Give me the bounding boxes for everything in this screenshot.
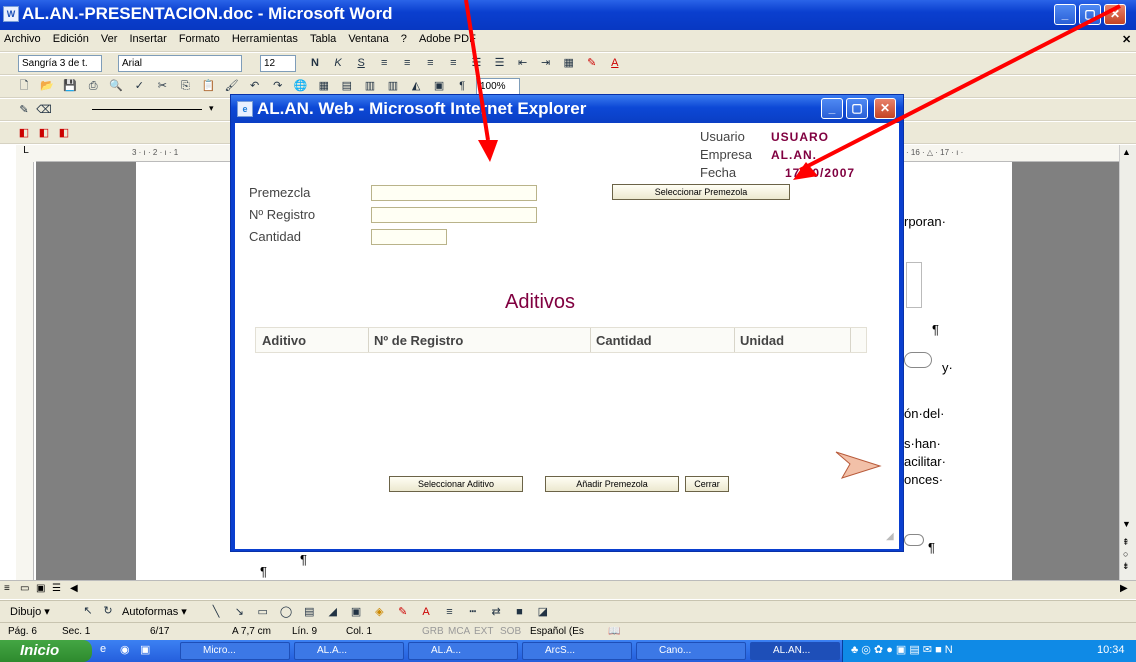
task-cano[interactable]: Cano...: [636, 642, 746, 660]
quicklaunch-desktop-icon[interactable]: ▣: [140, 643, 150, 656]
arrow-head-icon: [478, 140, 498, 162]
task-word[interactable]: AL.A...: [294, 642, 404, 660]
3d-icon[interactable]: ◪: [535, 604, 551, 620]
ellipse-icon[interactable]: ◯: [278, 604, 294, 620]
status-pages: 6/17: [150, 626, 170, 637]
task-ie-1[interactable]: AL.A...: [408, 642, 518, 660]
select-pointer-icon[interactable]: ↖: [80, 603, 96, 619]
dibujo-menu[interactable]: Dibujo ▾: [10, 605, 50, 618]
system-tray: ♣ ◎ ✿ ● ▣ ▤ ✉ ■ N 10:34: [842, 640, 1136, 662]
status-ext[interactable]: EXT: [474, 626, 493, 637]
tray-icons[interactable]: ♣ ◎ ✿ ● ▣ ▤ ✉ ■ N: [851, 643, 953, 656]
clipart-icon[interactable]: ▣: [348, 604, 364, 620]
arrow-style-icon[interactable]: ⇄: [488, 604, 504, 620]
mouse-pointer-icon: [835, 451, 882, 479]
start-button[interactable]: Inicio: [0, 640, 92, 662]
line-icon[interactable]: ╲: [208, 604, 224, 620]
status-position: A 7,7 cm: [232, 626, 271, 637]
rectangle-icon[interactable]: ▭: [255, 604, 271, 620]
textbox-icon[interactable]: ▤: [301, 604, 317, 620]
clock[interactable]: 10:34: [1097, 644, 1125, 656]
dash-style-icon[interactable]: ┅: [465, 604, 481, 620]
text-color-icon[interactable]: A: [418, 604, 434, 620]
task-arcs[interactable]: ArcS...: [522, 642, 632, 660]
rotate-icon[interactable]: ↻: [100, 603, 116, 619]
line-style-icon[interactable]: ≡: [441, 604, 457, 620]
task-micro[interactable]: Micro...: [180, 642, 290, 660]
status-page: Pág. 6: [8, 626, 37, 637]
autoformas-menu[interactable]: Autoformas ▾: [122, 605, 187, 618]
status-language: Español (Es: [530, 626, 584, 637]
status-bar: Pág. 6 Sec. 1 6/17 A 7,7 cm Lín. 9 Col. …: [0, 622, 1136, 640]
status-line: Lín. 9: [292, 626, 318, 637]
task-alan-web[interactable]: AL.AN...: [750, 642, 840, 660]
status-mca[interactable]: MCA: [448, 626, 470, 637]
quicklaunch-ie-icon[interactable]: e: [100, 643, 106, 655]
shadow-icon[interactable]: ■: [511, 604, 527, 620]
windows-taskbar: Inicio e ◉ ▣ Micro... AL.A... AL.A... Ar…: [0, 640, 1136, 662]
annotation-arrows: [464, 0, 1121, 479]
fill-color-icon[interactable]: ◈: [371, 604, 387, 620]
line-color-icon[interactable]: ✎: [395, 604, 411, 620]
quicklaunch-outlook-icon[interactable]: ◉: [120, 643, 130, 656]
spelling-status-icon[interactable]: 📖: [608, 626, 620, 637]
status-sob[interactable]: SOB: [500, 626, 521, 637]
arrow-icon[interactable]: ↘: [231, 604, 247, 620]
drawing-toolbar: Dibujo ▾ ↖ ↻ Autoformas ▾ ╲ ↘ ▭ ◯ ▤ ◢ ▣ …: [0, 600, 1136, 622]
status-grb[interactable]: GRB: [422, 626, 444, 637]
arrow-to-button: [799, 4, 1121, 172]
arrow-to-header: [464, 0, 490, 141]
status-section: Sec. 1: [62, 626, 91, 637]
status-column: Col. 1: [346, 626, 373, 637]
wordart-icon[interactable]: ◢: [325, 604, 341, 620]
